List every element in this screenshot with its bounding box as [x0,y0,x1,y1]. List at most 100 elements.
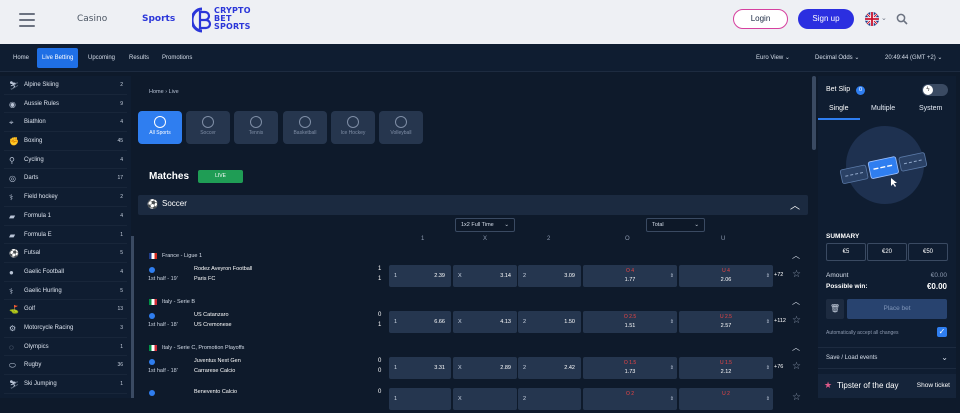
sidebar-item-aussie-rules[interactable]: ◉ Aussie Rules 9 [4,95,127,114]
odds-away[interactable]: 2 [518,388,581,410]
sidebar-item-gaelic-hurling[interactable]: ⚕ Gaelic Hurling 5 [4,282,127,301]
odds-under[interactable]: U 4 2.06 ⇕ [679,265,773,287]
main-scrollbar[interactable] [812,76,816,150]
soccer-section-header[interactable]: ⚽ Soccer ︿ [138,195,808,215]
league-header[interactable]: Italy - Serie B ︿ [138,295,808,309]
sidebar-item-futsal[interactable]: ⚽ Futsal 5 [4,244,127,263]
favorite-star-icon[interactable]: ☆ [792,361,801,372]
breadcrumb-home[interactable]: Home [149,89,164,95]
odds-under[interactable]: U 1.5 2.12 ⇕ [679,357,773,379]
stake-50-button[interactable]: €50 [908,243,948,261]
login-button[interactable]: Login [733,9,788,29]
league-header[interactable]: France - Ligue 1 ︿ [138,249,808,263]
sport-tile-all-sports[interactable]: All Sports [138,111,182,144]
odds-home[interactable]: 1 [389,388,451,410]
odds-draw[interactable]: X 4.13 [453,311,517,333]
sidebar-item-boxing[interactable]: ✊ Boxing 45 [4,132,127,151]
sidebar-item-gaelic-football[interactable]: ● Gaelic Football 4 [4,263,127,282]
place-bet-button[interactable]: Place bet [847,299,947,319]
odds-over[interactable]: O 2.5 1.51 ⇕ [583,311,677,333]
view-selector[interactable]: Euro View ⌄ [756,44,790,72]
chevron-up-icon[interactable]: ︿ [792,249,800,263]
tab-single[interactable]: Single [829,105,848,112]
tab-system[interactable]: System [919,105,942,112]
more-markets-link[interactable]: +112 [774,318,786,324]
odds-format-selector[interactable]: Decimal Odds ⌄ [815,44,859,72]
search-icon[interactable] [896,13,908,25]
more-markets-link[interactable]: +76 [774,364,783,370]
sport-tile-basketball[interactable]: Basketball [283,111,327,144]
sidebar-item-count: 36 [117,362,123,369]
sidebar-item-biathlon[interactable]: ⌖ Biathlon 4 [4,113,127,133]
home-score: 1 [378,266,382,272]
tab-multiple[interactable]: Multiple [871,105,895,112]
odds-away[interactable]: 2 2.42 [518,357,581,379]
menu-icon[interactable] [19,13,35,27]
quick-bet-toggle[interactable]: ϟ [922,84,948,96]
sidebar-scrollbar[interactable] [131,236,134,398]
country-flag-icon [149,253,157,259]
sidebar-item-alpine-skiing[interactable]: ⛷ Alpine Skiing 2 [4,76,127,95]
sidebar-item-golf[interactable]: ⛳ Golf 13 [4,300,127,319]
match-row[interactable]: 1st half - 19' Rodez Aveyron Football Pari… [138,264,808,290]
sidebar-item-cycling[interactable]: ⚲ Cycling 4 [4,151,127,170]
sport-tile-volleyball[interactable]: Volleyball [379,111,423,144]
odds-over[interactable]: O 4 1.77 ⇕ [583,265,677,287]
sidebar-item-formula-e[interactable]: ▰ Formula E 1 [4,226,127,245]
favorite-star-icon[interactable]: ☆ [792,269,801,280]
stake-20-button[interactable]: €20 [867,243,907,261]
sidebar-item-formula-1[interactable]: ▰ Formula 1 4 [4,207,127,226]
sport-tile-soccer[interactable]: Soccer [186,111,230,144]
odds-over[interactable]: O 1.5 1.73 ⇕ [583,357,677,379]
odds-home[interactable]: 1 6.66 [389,311,451,333]
odds-over[interactable]: O 2 ⇕ [583,388,677,410]
trash-icon[interactable]: 🗑 [826,299,844,319]
show-ticket-link[interactable]: Show ticket [917,382,950,389]
subnav-results[interactable]: Results [129,44,149,72]
total-select[interactable]: Total ⌄ [646,218,705,232]
chevron-up-icon[interactable]: ︿ [790,197,800,212]
clock-display[interactable]: 20:49:44 (GMT +2) ⌄ [885,44,942,72]
odds-away[interactable]: 2 3.09 [518,265,581,287]
odds-under[interactable]: U 2.5 2.57 ⇕ [679,311,773,333]
sidebar-item-ski-jumping[interactable]: ⛷ Ski Jumping 1 [4,375,127,394]
sport-tile-tennis[interactable]: Tennis [234,111,278,144]
odds-home[interactable]: 1 2.39 [389,265,451,287]
odds-draw[interactable]: X 3.14 [453,265,517,287]
logo[interactable]: CRYPTO BET SPORTS [190,6,267,34]
favorite-star-icon[interactable]: ☆ [792,315,801,326]
sport-icon: ◌ [9,342,14,352]
signup-button[interactable]: Sign up [798,9,854,29]
sport-tile-ice-hockey[interactable]: Ice Hockey [331,111,375,144]
subnav-upcoming[interactable]: Upcoming [88,44,115,72]
match-row[interactable]: 1st half - 18' Juventus Next Gen Carrarese… [138,356,808,382]
sidebar-item-darts[interactable]: ◎ Darts 17 [4,169,127,189]
chevron-down-icon[interactable]: ⌄ [881,14,887,22]
odds-under[interactable]: U 2 ⇕ [679,388,773,410]
market-select[interactable]: 1x2 Full Time ⌄ [455,218,515,232]
save-load-events[interactable]: Save / Load events ⌄ [818,347,956,369]
sidebar-item-motorcycle-racing[interactable]: ⚙ Motorcycle Racing 3 [4,319,127,338]
subnav-home[interactable]: Home [13,44,29,72]
auto-accept-checkbox[interactable]: ✓ [937,327,947,337]
odds-away[interactable]: 2 1.50 [518,311,581,333]
odds-draw[interactable]: X 2.89 [453,357,517,379]
subnav-promotions[interactable]: Promotions [162,44,192,72]
sidebar-item-rugby[interactable]: ⬭ Rugby 36 [4,356,127,375]
sidebar-item-count: 1 [120,381,123,387]
nav-sports[interactable]: Sports [142,14,175,24]
uk-flag-icon[interactable] [865,12,879,26]
chevron-up-icon[interactable]: ︿ [792,295,800,309]
sidebar-item-field-hockey[interactable]: ⚕ Field hockey 2 [4,188,127,207]
sidebar-item-olympics[interactable]: ◌ Olympics 1 [4,338,127,357]
stake-5-button[interactable]: €5 [826,243,866,261]
odds-home[interactable]: 1 3.31 [389,357,451,379]
more-markets-link[interactable]: +72 [774,272,783,278]
match-row[interactable]: Benevento Calcio 0 1 X 2 O 2 ⇕ U 2 ⇕ ☆ [138,387,808,413]
match-row[interactable]: 1st half - 18' US Catanzaro US Cremonese 0 1… [138,310,808,336]
odds-draw[interactable]: X [453,388,517,410]
subnav-live-betting[interactable]: Live Betting [37,48,79,68]
nav-casino[interactable]: Casino [77,14,107,24]
league-header[interactable]: Italy - Serie C, Promotion Playoffs ︿ [138,341,808,355]
chevron-up-icon[interactable]: ︿ [792,341,800,355]
